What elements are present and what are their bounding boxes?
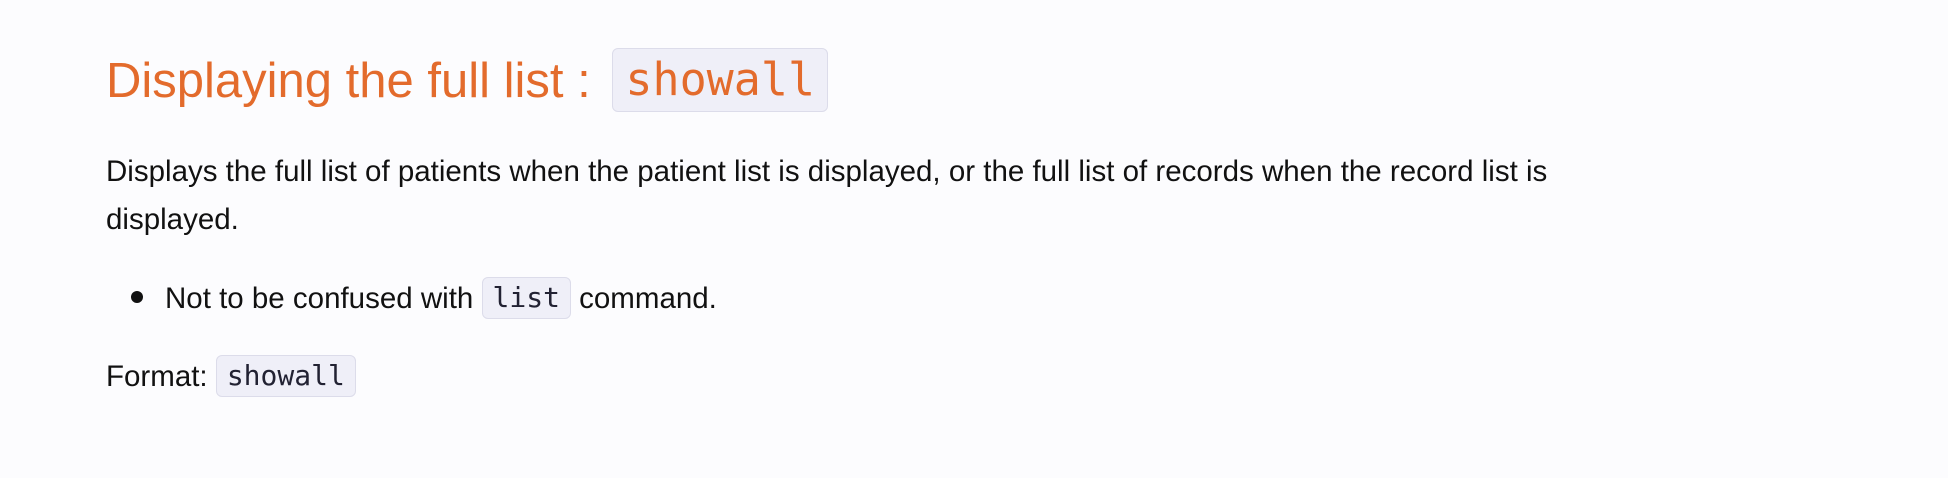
list-item: Not to be confused with list command. (106, 274, 717, 324)
notes-list: Not to be confused with list command. (106, 274, 717, 324)
format-label: Format: (106, 360, 208, 393)
note-text-after: command. (579, 282, 717, 315)
note-text-before: Not to be confused with (165, 282, 474, 315)
command-description: Displays the full list of patients when … (106, 155, 1548, 236)
format-line: Format: showall (106, 352, 356, 402)
heading-command-code: showall (612, 48, 829, 112)
section-heading: Displaying the full list : showall (106, 48, 829, 114)
format-code: showall (215, 355, 356, 398)
bullet-icon (131, 291, 143, 304)
heading-text: Displaying the full list : (106, 54, 591, 108)
note-inline-code: list (481, 277, 571, 320)
